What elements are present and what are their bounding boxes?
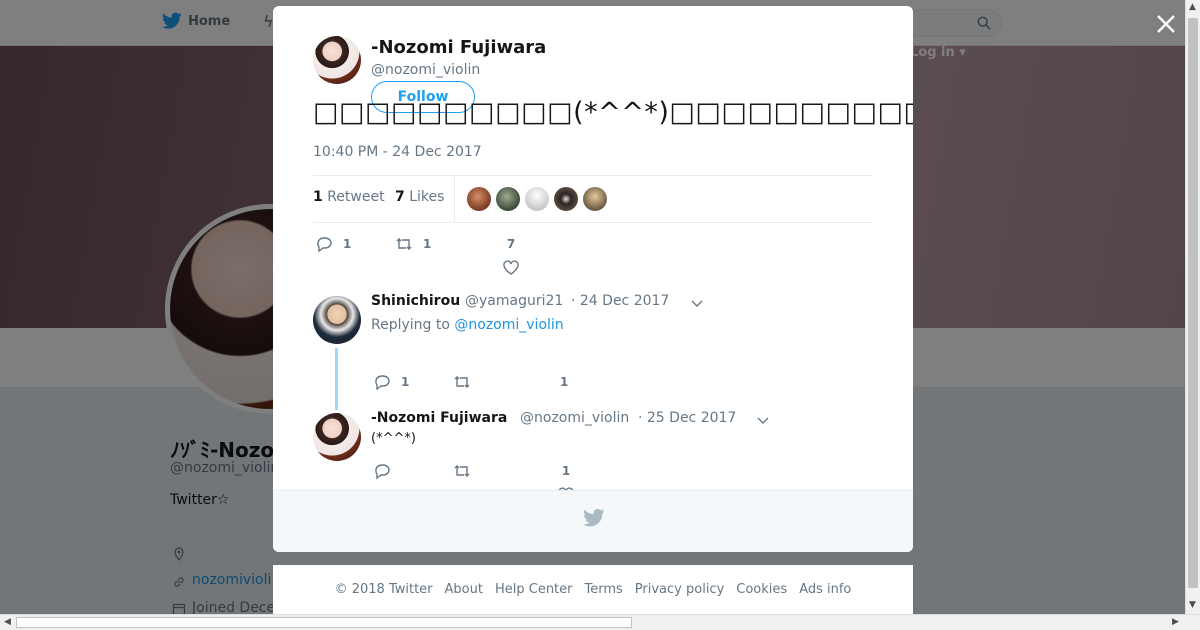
reply-button[interactable]: 1 [315,235,351,253]
footer-link-help-center[interactable]: Help Center [495,582,573,597]
retweet-icon [454,376,470,388]
retweet-count: 1 [313,189,323,205]
site-footer: © 2018 Twitter About Help Center Terms P… [273,565,913,614]
scroll-up-icon[interactable]: ▲ [1189,2,1196,12]
modal-footer [273,490,913,552]
reply-avatar[interactable] [313,413,361,461]
author-handle[interactable]: @nozomi_violin [371,62,480,78]
footer-link-terms[interactable]: Terms [585,582,623,597]
reply-author-handle[interactable]: @yamaguri21 [465,293,563,309]
chevron-down-icon[interactable] [690,296,704,310]
author-name[interactable]: -Nozomi Fujiwara [371,37,546,58]
tweet-stats: 1 Retweet 7 Likes [313,175,873,223]
stats-divider [454,176,455,222]
reply-icon [375,375,390,391]
twitter-bird-icon [583,509,605,527]
retweet-icon [454,465,470,477]
retweet-button[interactable] [453,462,471,480]
footer-link-privacy[interactable]: Privacy policy [635,582,724,597]
like-action-count: 7 [506,237,516,251]
reply-author-handle[interactable]: @nozomi_violin [520,410,629,426]
scroll-right-icon[interactable]: ▶ [1172,617,1179,627]
scroll-left-icon[interactable]: ◀ [4,617,11,627]
tweet-text: □□□□□□□□□□(*^^*)□□□□□□□□□□□□□□□□□□□□□□□□… [313,97,913,128]
like-action-count: 1 [561,464,571,478]
vertical-scroll-thumb[interactable] [1188,18,1198,588]
likes-count: 7 [395,189,405,205]
likes-count-link[interactable]: 7 Likes [395,189,444,205]
replying-to: Replying to @nozomi_violin [371,317,564,333]
footer-link-cookies[interactable]: Cookies [736,582,787,597]
likes-label: Likes [409,189,445,205]
retweet-label: Retweet [327,189,385,205]
retweet-button[interactable] [453,373,471,391]
reply-date[interactable]: · 25 Dec 2017 [638,410,736,426]
footer-copyright: © 2018 Twitter [334,582,433,597]
chevron-down-icon[interactable] [756,413,770,427]
thread-line [335,348,338,410]
footer-link-ads-info[interactable]: Ads info [799,582,851,597]
reply-count: 1 [343,237,352,251]
liker-avatar[interactable] [554,187,578,211]
reply-icon [375,464,390,480]
heart-icon [503,260,519,275]
author-avatar[interactable] [313,36,361,84]
replying-to-link[interactable]: @nozomi_violin [454,317,563,333]
like-button[interactable]: 1 [560,375,568,389]
reply-author-name[interactable]: Shinichirou [371,293,460,309]
reply-avatar[interactable] [313,296,361,344]
tweet-modal: -Nozomi Fujiwara @nozomi_violin Follow □… [273,6,913,552]
liker-avatar[interactable] [525,187,549,211]
liker-avatar[interactable] [583,187,607,211]
like-button[interactable]: 7 [502,237,520,277]
horizontal-scroll-thumb[interactable] [16,617,632,628]
reply-text: (*^^*) [371,431,416,446]
reply-button[interactable] [373,462,391,480]
reply-count: 1 [401,375,410,389]
retweet-icon [396,238,412,250]
scroll-down-icon[interactable]: ▼ [1189,600,1196,610]
footer-link-about[interactable]: About [445,582,483,597]
reply-button[interactable]: 1 [373,373,409,391]
reply-icon [317,237,332,253]
tweet-timestamp: 10:40 PM - 24 Dec 2017 [313,144,482,160]
reply-date[interactable]: · 24 Dec 2017 [571,293,669,309]
like-action-count: 1 [560,375,569,389]
liker-avatar[interactable] [496,187,520,211]
vertical-scrollbar[interactable]: ▲ ▼ [1185,0,1200,614]
horizontal-scrollbar[interactable]: ◀ ▶ [0,614,1200,630]
close-icon[interactable] [1152,10,1180,38]
liker-avatar[interactable] [467,187,491,211]
replying-prefix: Replying to [371,317,450,333]
retweet-count-link[interactable]: 1 Retweet [313,189,385,205]
reply-author-name[interactable]: -Nozomi Fujiwara [371,410,507,426]
retweet-button[interactable]: 1 [395,235,431,253]
retweet-action-count: 1 [423,237,432,251]
